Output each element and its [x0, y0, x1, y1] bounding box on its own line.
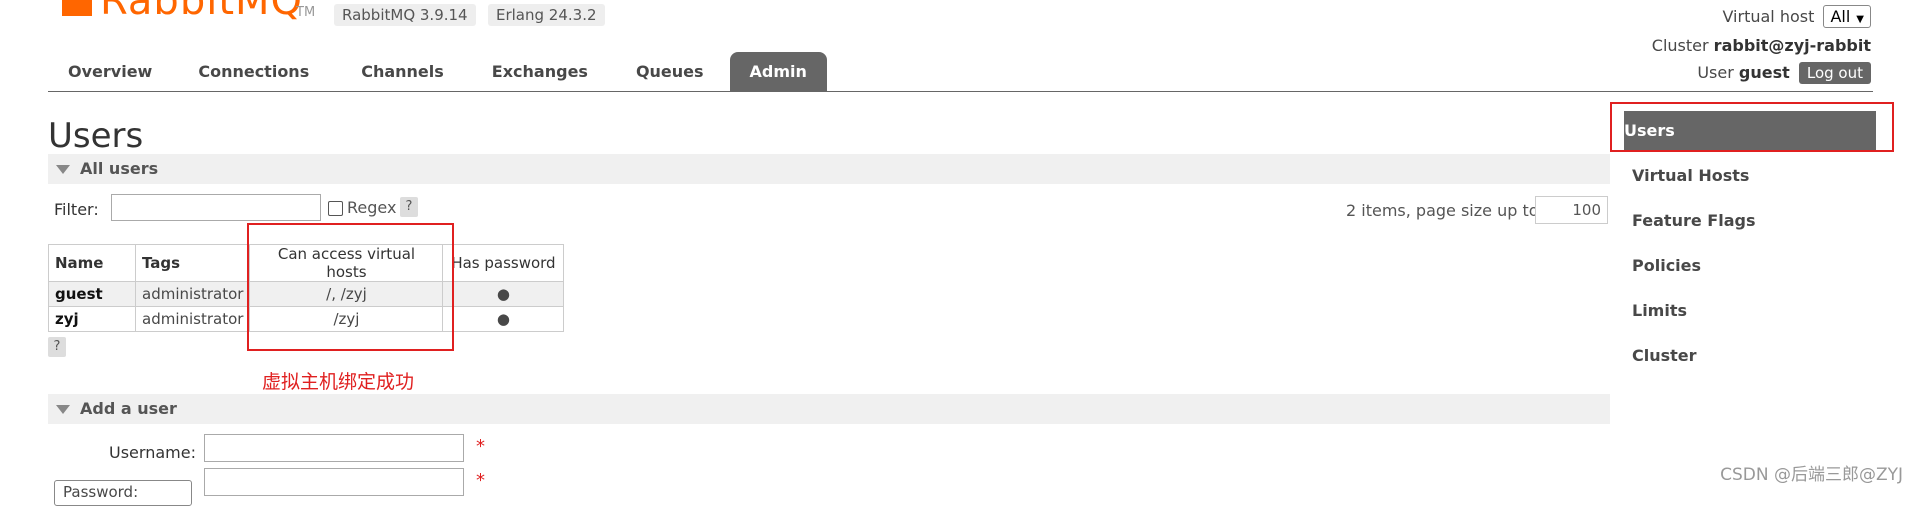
- filter-label: Filter:: [54, 200, 99, 219]
- cluster-value: rabbit@zyj-rabbit: [1713, 36, 1871, 55]
- tab-divider: [48, 91, 1873, 92]
- sidebar-item-limits[interactable]: Limits: [1632, 291, 1876, 331]
- tab-overview[interactable]: Overview: [48, 52, 172, 92]
- sidebar-item-virtual-hosts[interactable]: Virtual Hosts: [1632, 156, 1876, 196]
- user-tags: administrator: [134, 281, 251, 307]
- annotation-highlight-box: [247, 223, 454, 351]
- cluster-row: Cluster rabbit@zyj-rabbit: [1652, 36, 1871, 55]
- username-label: Username:: [109, 443, 196, 462]
- all-users-label: All users: [80, 159, 159, 178]
- help-icon[interactable]: ?: [400, 197, 418, 217]
- user-tags: administrator: [134, 306, 251, 332]
- tab-queues[interactable]: Queues: [610, 52, 730, 92]
- chevron-down-icon: ▼: [1856, 14, 1864, 25]
- logout-button[interactable]: Log out: [1798, 62, 1871, 84]
- annotation-highlight-box: [1610, 102, 1894, 152]
- regex-label: Regex: [347, 198, 397, 217]
- column-header-name[interactable]: Name: [48, 244, 136, 282]
- filter-input[interactable]: [111, 194, 321, 221]
- user-name-link[interactable]: zyj: [48, 306, 136, 332]
- collapse-triangle-icon: [56, 405, 70, 414]
- regex-checkbox[interactable]: [328, 201, 343, 216]
- main-tabs: Overview Connections Channels Exchanges …: [48, 52, 827, 92]
- logo-trademark: TM: [296, 5, 316, 20]
- user-value: guest: [1738, 63, 1790, 82]
- collapse-triangle-icon: [56, 165, 70, 174]
- virtual-host-label: Virtual host: [1722, 7, 1815, 26]
- username-required-mark: *: [476, 436, 485, 457]
- tab-channels[interactable]: Channels: [335, 52, 470, 92]
- items-count-text: 2 items, page size up to: [1346, 201, 1539, 220]
- erlang-badge: Erlang 24.3.2: [488, 4, 605, 26]
- password-required-mark: *: [476, 470, 485, 491]
- logo-text: RabbitMQ: [100, 0, 303, 24]
- sidebar-item-feature-flags[interactable]: Feature Flags: [1632, 201, 1876, 241]
- virtual-host-select[interactable]: All ▼: [1823, 5, 1871, 28]
- logo-icon: [62, 0, 92, 16]
- column-header-tags[interactable]: Tags: [134, 244, 251, 282]
- table-help-icon[interactable]: ?: [48, 337, 66, 357]
- page-title: Users: [48, 116, 144, 156]
- tab-connections[interactable]: Connections: [172, 52, 335, 92]
- sidebar-item-policies[interactable]: Policies: [1632, 246, 1876, 286]
- sidebar-item-cluster[interactable]: Cluster: [1632, 336, 1876, 376]
- page-size-input[interactable]: 100: [1535, 196, 1608, 224]
- has-password-dot: ●: [442, 281, 565, 307]
- all-users-section-header[interactable]: All users: [48, 154, 1610, 184]
- version-badge: RabbitMQ 3.9.14: [334, 4, 476, 26]
- cluster-label: Cluster: [1651, 36, 1709, 55]
- has-password-dot: ●: [442, 306, 565, 332]
- annotation-text: 虚拟主机绑定成功: [262, 371, 415, 393]
- user-label: User: [1697, 63, 1734, 82]
- tab-admin[interactable]: Admin: [729, 52, 827, 92]
- add-user-label: Add a user: [80, 399, 177, 418]
- password-type-select[interactable]: Password:: [54, 480, 192, 506]
- add-user-section-header[interactable]: Add a user: [48, 394, 1610, 424]
- username-input[interactable]: [204, 434, 464, 462]
- user-name-link[interactable]: guest: [48, 281, 136, 307]
- user-row: User guest Log out: [1697, 62, 1871, 84]
- virtual-host-row: Virtual host All ▼: [1722, 5, 1871, 28]
- column-header-has-password[interactable]: Has password: [442, 244, 565, 282]
- watermark-text: CSDN @后端三郎@ZYJ: [1720, 465, 1903, 485]
- tab-exchanges[interactable]: Exchanges: [470, 52, 610, 92]
